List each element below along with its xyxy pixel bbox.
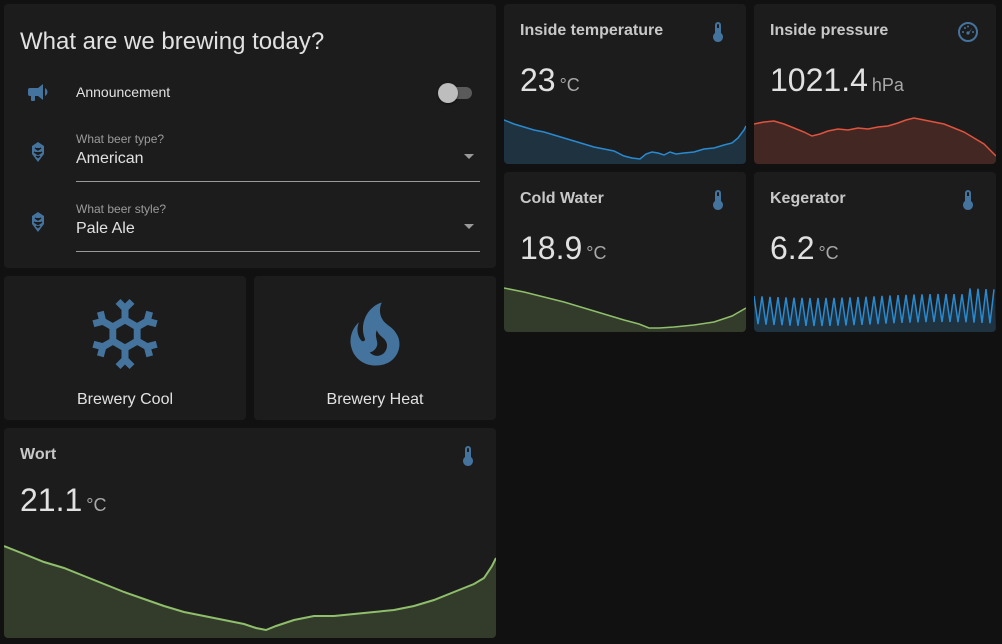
dropdown-arrow-icon[interactable] — [464, 224, 474, 229]
sparkline-graph — [504, 119, 746, 164]
hops-icon — [32, 212, 44, 232]
sensor-name: Kegerator — [770, 190, 846, 207]
brewery-cool-button[interactable]: Brewery Cool — [4, 276, 246, 420]
sensor-name: Inside temperature — [520, 22, 664, 39]
sensor-unit: °C — [586, 243, 607, 263]
sensor-unit: °C — [86, 495, 107, 515]
beer-style-row: What beer style? Pale Ale — [20, 202, 480, 252]
sensor-name: Cold Water — [520, 190, 604, 207]
sensor-value: 1021.4 hPa — [770, 62, 904, 99]
wort-card[interactable]: Wort 21.1 °C — [4, 428, 496, 638]
fire-icon — [350, 302, 400, 366]
sensor-value-number: 21.1 — [20, 482, 83, 518]
entities-card-title: What are we brewing today? — [20, 28, 325, 55]
sparkline-graph — [4, 545, 496, 638]
sensor-name: Inside pressure — [770, 22, 889, 39]
beer-type-label: What beer type? — [76, 132, 165, 146]
brewery-cool-label: Brewery Cool — [76, 391, 174, 408]
sparkline-graph — [754, 117, 996, 164]
brewery-heat-button[interactable]: Brewery Heat — [254, 276, 496, 420]
announcement-label: Announcement — [76, 84, 171, 100]
bullhorn-icon — [28, 84, 48, 101]
sensor-value-number: 6.2 — [770, 230, 815, 266]
sparkline-graph — [754, 288, 996, 332]
beer-type-value: American — [76, 150, 144, 167]
sensor-value: 23 °C — [520, 62, 580, 99]
sensor-unit: °C — [559, 75, 580, 95]
inside-temperature-card[interactable]: Inside temperature 23 °C — [504, 4, 746, 164]
toggle-thumb — [438, 83, 458, 103]
brewery-heat-label: Brewery Heat — [326, 391, 424, 408]
kegerator-card[interactable]: Kegerator 6.2 °C — [754, 172, 996, 332]
announcement-toggle[interactable] — [438, 82, 474, 103]
beer-style-label: What beer style? — [76, 202, 167, 216]
sensor-value-number: 18.9 — [520, 230, 583, 266]
sensor-unit: °C — [818, 243, 839, 263]
beer-type-select[interactable]: What beer type? American — [76, 132, 480, 182]
dropdown-arrow-icon[interactable] — [464, 154, 474, 159]
sensor-value: 6.2 °C — [770, 230, 839, 267]
sensor-value-number: 23 — [520, 62, 556, 98]
cold-water-card[interactable]: Cold Water 18.9 °C — [504, 172, 746, 332]
beer-style-value: Pale Ale — [76, 220, 135, 237]
sensor-unit: hPa — [871, 75, 904, 95]
sensor-value-number: 1021.4 — [770, 62, 868, 98]
thermometer-icon — [963, 190, 973, 210]
snowflake-icon — [92, 299, 158, 369]
beer-style-select[interactable]: What beer style? Pale Ale — [76, 202, 480, 252]
sparkline-graph — [504, 287, 746, 332]
beer-type-row: What beer type? American — [20, 132, 480, 182]
gauge-icon — [958, 22, 978, 42]
inside-pressure-card[interactable]: Inside pressure 1021.4 hPa — [754, 4, 996, 164]
thermometer-icon — [463, 446, 473, 466]
sensor-name: Wort — [20, 446, 57, 463]
entities-card: What are we brewing today? Announcement … — [4, 4, 496, 268]
announcement-row[interactable]: Announcement — [20, 80, 480, 104]
sensor-value: 21.1 °C — [20, 482, 106, 519]
thermometer-icon — [713, 22, 723, 42]
thermometer-icon — [713, 190, 723, 210]
hops-icon — [32, 142, 44, 162]
sensor-value: 18.9 °C — [520, 230, 606, 267]
